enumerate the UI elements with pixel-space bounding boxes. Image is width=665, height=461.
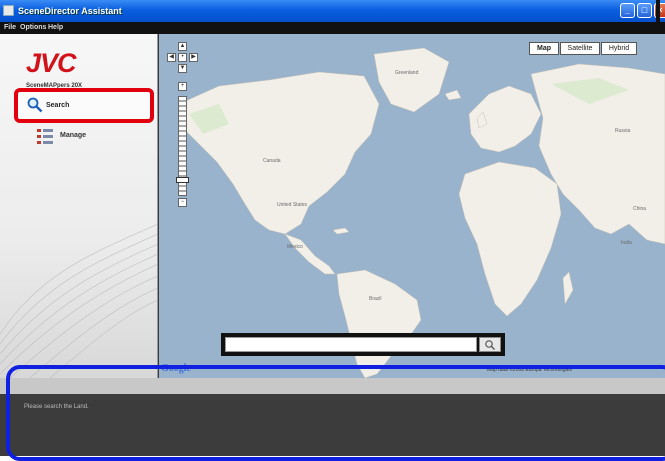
sidebar-item-search[interactable]: Search xyxy=(14,88,154,123)
maptype-hybrid-button[interactable]: Hybrid xyxy=(601,42,637,55)
pan-reset-icon[interactable]: • xyxy=(178,53,187,62)
status-highlight-frame xyxy=(6,365,665,461)
sidebar-item-label: Search xyxy=(46,102,70,109)
minimize-button[interactable]: _ xyxy=(620,3,635,18)
pan-left-icon[interactable]: ◀ xyxy=(167,53,176,62)
label-greenland: Greenland xyxy=(395,70,419,76)
zoom-control: ▲ ◀ • ▶ ▼ + − xyxy=(167,42,198,207)
sidebar-item-manage[interactable]: Manage xyxy=(36,128,146,148)
label-china: China xyxy=(633,206,646,212)
window-edge xyxy=(656,0,660,22)
label-united-states: United States xyxy=(277,202,308,208)
label-brazil: Brazil xyxy=(369,296,382,302)
title-bar[interactable]: SceneDirector Assistant _ □ × xyxy=(0,0,665,22)
label-india: India xyxy=(621,240,632,246)
label-russia: Russia xyxy=(615,128,631,134)
label-mexico: Mexico xyxy=(287,244,303,250)
map-search-bar xyxy=(221,333,505,356)
zoom-in-icon[interactable]: + xyxy=(178,82,187,91)
world-map[interactable]: Greenland Canada United States Mexico Br… xyxy=(159,34,665,378)
list-icon xyxy=(37,129,53,144)
menu-help[interactable]: Help xyxy=(48,24,63,31)
pan-right-icon[interactable]: ▶ xyxy=(189,53,198,62)
pan-down-icon[interactable]: ▼ xyxy=(178,64,187,73)
sidebar-item-label: Manage xyxy=(60,132,87,139)
zoom-slider-handle[interactable] xyxy=(176,177,189,183)
sidebar: JVC SceneMAPpers 20X Search Manage xyxy=(0,34,158,378)
menu-bar: File Options Help xyxy=(0,22,665,34)
window-title: SceneDirector Assistant xyxy=(18,6,122,16)
map-search-button[interactable] xyxy=(479,337,501,352)
jvc-logo: JVC xyxy=(26,48,77,78)
map-canvas[interactable]: Greenland Canada United States Mexico Br… xyxy=(159,34,665,378)
search-icon xyxy=(27,97,43,113)
search-icon xyxy=(485,340,495,350)
app-icon xyxy=(3,5,14,16)
maptype-satellite-button[interactable]: Satellite xyxy=(560,42,600,55)
pan-up-icon[interactable]: ▲ xyxy=(178,42,187,51)
app-window: SceneDirector Assistant _ □ × File Optio… xyxy=(0,0,665,461)
maximize-button[interactable]: □ xyxy=(637,3,652,18)
maptype-map-button[interactable]: Map xyxy=(529,42,559,55)
label-canada: Canada xyxy=(263,158,281,164)
menu-options[interactable]: Options xyxy=(20,24,46,31)
menu-file[interactable]: File xyxy=(4,24,16,31)
decorative-swoosh xyxy=(0,224,157,378)
zoom-out-icon[interactable]: − xyxy=(178,198,187,207)
map-search-input[interactable] xyxy=(225,337,477,352)
